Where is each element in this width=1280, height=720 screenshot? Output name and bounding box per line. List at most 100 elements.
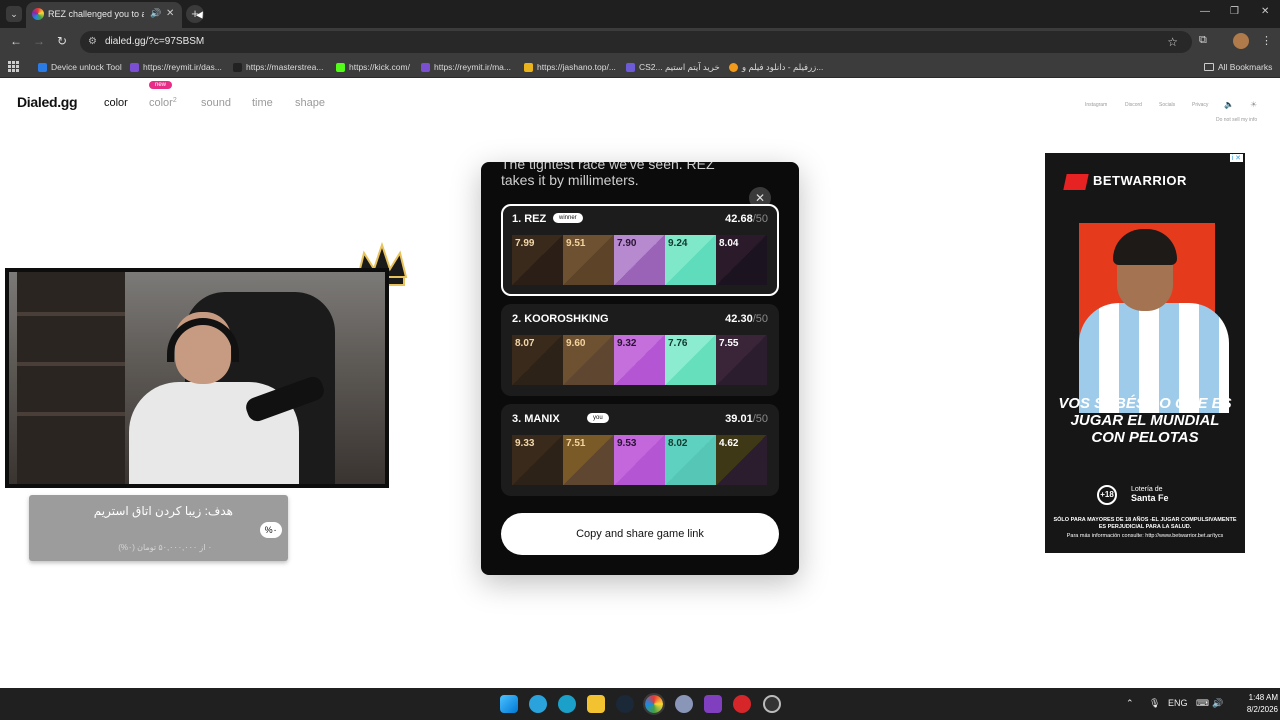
link-discord[interactable]: Discord: [1125, 102, 1142, 108]
ad-legal-text: SÓLO PARA MAYORES DE 18 AÑOS -EL JUGAR C…: [1053, 517, 1237, 530]
results-modal: The tightest race we've seen. REZ takes …: [481, 162, 799, 575]
all-bookmarks[interactable]: All Bookmarks: [1204, 60, 1272, 74]
link-privacy[interactable]: Privacy: [1192, 102, 1208, 108]
color-swatch: 8.02: [665, 435, 716, 485]
ad-info-icon[interactable]: i ✕: [1229, 154, 1243, 162]
bookmark-item[interactable]: زرفیلم - دانلود فیلم و...: [729, 60, 823, 74]
active-tab[interactable]: REZ challenged you to a color 🔊 ✕: [26, 2, 182, 28]
ad-brand: BETWARRIOR: [1063, 173, 1187, 190]
tab-search-icon[interactable]: ⌄: [6, 6, 22, 22]
language-indicator[interactable]: ENG: [1168, 698, 1188, 708]
browser-toolbar: ← → ↻ ⚙ dialed.gg/?c=97SBSM ☆ ⧉ ⋮: [0, 28, 1280, 56]
r-app-icon[interactable]: [704, 695, 722, 713]
nav-shape[interactable]: shape: [295, 97, 325, 109]
windows-icon[interactable]: [500, 695, 518, 713]
color-swatch: 9.53: [614, 435, 665, 485]
color-swatch: 8.07: [512, 335, 563, 385]
nav-color[interactable]: color: [104, 97, 128, 109]
url-text[interactable]: dialed.gg/?c=97SBSM: [105, 36, 204, 47]
telegram-icon[interactable]: [529, 695, 547, 713]
color-swatch: 9.51: [563, 235, 614, 285]
address-bar[interactable]: ⚙ dialed.gg/?c=97SBSM ☆: [80, 31, 1192, 53]
player-card: 1. REZ winner 42.68/50 7.99 9.51 7.90 9.24 8…: [501, 204, 779, 296]
link-do-not-sell[interactable]: Do not sell my info: [1216, 117, 1257, 123]
color-swatches: 8.07 9.60 9.32 7.76 7.55: [512, 335, 767, 385]
page-content: Dialed.gg color new color2 sound time sh…: [0, 79, 1280, 688]
star-icon[interactable]: ☆: [1167, 35, 1178, 49]
site-logo[interactable]: Dialed.gg: [17, 94, 78, 110]
bookmark-item[interactable]: https://reymit.ir/ma...: [421, 60, 511, 74]
lottery-logo: Lotería de Santa Fe: [1131, 486, 1169, 503]
you-badge: you: [587, 413, 609, 423]
nav-color2[interactable]: color2: [149, 97, 177, 109]
player-rank-name: 2. KOOROSHKING: [512, 313, 609, 325]
ad-legal-link: Para más información consulte: http://ww…: [1066, 533, 1224, 539]
forward-icon[interactable]: →: [33, 34, 45, 48]
tab-close-icon[interactable]: ✕: [166, 8, 174, 19]
brightness-icon[interactable]: ☀: [1250, 100, 1257, 109]
volume-icon[interactable]: 🔈: [1224, 100, 1234, 109]
site-info-icon[interactable]: ⚙: [88, 36, 97, 47]
swatch-score: 9.51: [566, 238, 586, 249]
bookmark-item[interactable]: https://reymit.ir/das...: [130, 60, 222, 74]
apps-grid-icon[interactable]: [8, 61, 19, 72]
menu-icon[interactable]: ⋮: [1261, 34, 1272, 47]
color-swatches: 7.99 9.51 7.90 9.24 8.04: [512, 235, 767, 285]
extensions-icon[interactable]: ⧉: [1199, 34, 1207, 47]
link-instagram[interactable]: Instagram: [1085, 102, 1107, 108]
network-icon[interactable]: ⌨: [1196, 698, 1209, 709]
color-swatch: 9.24: [665, 235, 716, 285]
minimize-icon[interactable]: —: [1200, 6, 1210, 17]
player-rank-name: 3. MANIX: [512, 413, 560, 425]
microphone-icon[interactable]: 🎙: [1149, 698, 1160, 709]
back-icon[interactable]: ←: [10, 34, 22, 48]
color-swatch: 7.99: [512, 235, 563, 285]
color-swatch: 9.32: [614, 335, 665, 385]
file-explorer-icon[interactable]: [587, 695, 605, 713]
taskbar: ⌃ 🎙 ENG ⌨ 🔊 1:48 AM 8/2/2026: [0, 688, 1280, 720]
app-icon[interactable]: [675, 695, 693, 713]
goal-progress-text: ۰ از ۵۰,۰۰۰,۰۰۰ تومان (۰%): [118, 543, 212, 552]
reload-icon[interactable]: ↻: [57, 34, 67, 48]
goal-percent-badge: %۰: [260, 522, 282, 538]
player-card: 3. MANIX you 39.01/50 9.33 7.51 9.53 8.02 4.…: [501, 404, 779, 496]
ad-headline: VOS SABÉS LO QUE ES JUGAR EL MUNDIAL CON…: [1058, 395, 1232, 446]
color-swatch: 9.33: [512, 435, 563, 485]
bookmark-item[interactable]: Device unlock Tool: [38, 60, 122, 74]
swatch-score: 8.07: [515, 338, 535, 349]
donation-goal-widget: هدف: زیبا کردن اتاق استریم %۰ ۰ از ۵۰,۰۰…: [29, 495, 288, 561]
restore-icon[interactable]: ❐: [1230, 6, 1239, 17]
folder-icon: [1204, 63, 1214, 71]
site-favicon-icon: [32, 8, 44, 20]
window-close-icon[interactable]: ✕: [1261, 6, 1269, 17]
game-app-icon[interactable]: [733, 695, 751, 713]
chrome-icon[interactable]: [643, 693, 665, 715]
system-clock[interactable]: 1:48 AM 8/2/2026: [1228, 692, 1278, 716]
bookmark-item[interactable]: https://kick.com/: [336, 60, 410, 74]
bookmark-item[interactable]: CS2... خرید آیتم استیم: [626, 60, 720, 74]
player-score: 39.01/50: [725, 413, 768, 425]
color-swatch: 4.62: [716, 435, 767, 485]
avatar[interactable]: [1233, 33, 1249, 49]
swatch-score: 8.02: [668, 438, 688, 449]
color-swatch: 7.55: [716, 335, 767, 385]
tab-strip: ⌄ REZ challenged you to a color 🔊 ✕ + — …: [0, 0, 1280, 28]
chevron-up-icon[interactable]: ⌃: [1126, 698, 1134, 709]
link-socials[interactable]: Socials: [1159, 102, 1175, 108]
edge-icon[interactable]: [558, 695, 576, 713]
bookmark-item[interactable]: https://jashano.top/...: [524, 60, 616, 74]
bookmark-item[interactable]: https://masterstrea...: [233, 60, 323, 74]
obs-icon[interactable]: [763, 695, 781, 713]
player-rank-name: 1. REZ: [512, 213, 547, 225]
copy-share-link-button[interactable]: Copy and share game link: [501, 513, 779, 555]
color-swatch: 7.51: [563, 435, 614, 485]
player-score: 42.30/50: [725, 313, 768, 325]
advertisement[interactable]: i ✕ BETWARRIOR VOS SABÉS LO QUE ES JUGAR…: [1045, 153, 1245, 553]
speaker-icon[interactable]: 🔊: [150, 8, 161, 19]
nav-time[interactable]: time: [252, 97, 273, 109]
swatch-score: 7.76: [668, 338, 688, 349]
winner-badge: winner: [553, 213, 583, 223]
speaker-tray-icon[interactable]: 🔊: [1212, 698, 1223, 709]
steam-icon[interactable]: [616, 695, 634, 713]
nav-sound[interactable]: sound: [201, 97, 231, 109]
